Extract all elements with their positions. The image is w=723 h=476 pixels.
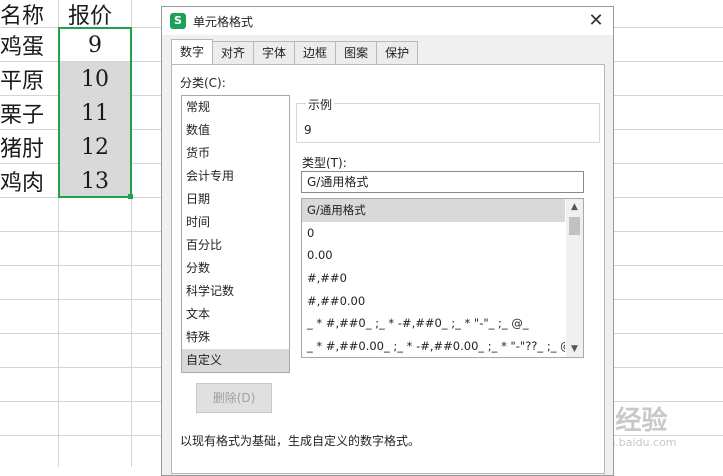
format-item[interactable]: #,##0: [302, 267, 565, 290]
description-text: 以现有格式为基础，生成自定义的数字格式。: [180, 434, 421, 448]
format-item[interactable]: _ * #,##0.00_ ;_ * -#,##0.00_ ;_ * "-"??…: [302, 335, 565, 357]
header-name-cell[interactable]: 名称: [0, 0, 56, 29]
scroll-down-icon[interactable]: ▼: [566, 341, 583, 357]
selection-border: [58, 27, 132, 198]
number-tab-panel: 分类(C): 常规 数值 货币 会计专用 日期 时间 百分比 分数 科学记数 文…: [171, 64, 605, 474]
category-item[interactable]: 常规: [182, 96, 289, 119]
close-button[interactable]: ✕: [585, 10, 607, 32]
name-cell[interactable]: 平原: [0, 62, 56, 96]
app-logo-icon: S: [170, 13, 186, 29]
delete-button[interactable]: 删除(D): [196, 383, 272, 413]
format-item[interactable]: 0: [302, 222, 565, 245]
tab-font[interactable]: 字体: [253, 41, 296, 64]
tab-bar: 数字 对齐 字体 边框 图案 保护: [171, 39, 419, 65]
scroll-thumb[interactable]: [569, 217, 580, 235]
tab-number[interactable]: 数字: [171, 39, 214, 64]
sample-value: 9: [304, 123, 312, 137]
scroll-up-icon[interactable]: ▲: [566, 199, 583, 215]
dialog-titlebar[interactable]: S 单元格格式 ✕: [162, 7, 613, 35]
format-item-selected[interactable]: G/通用格式: [302, 199, 565, 222]
category-label: 分类(C):: [180, 76, 226, 90]
name-cell[interactable]: 猪肘: [0, 130, 56, 164]
category-item[interactable]: 百分比: [182, 234, 289, 257]
category-item[interactable]: 时间: [182, 211, 289, 234]
name-cell[interactable]: 鸡蛋: [0, 28, 56, 62]
sample-label: 示例: [306, 96, 335, 113]
tab-alignment[interactable]: 对齐: [212, 41, 255, 64]
name-cell[interactable]: 鸡肉: [0, 164, 56, 198]
type-label: 类型(T):: [302, 156, 347, 170]
format-list[interactable]: G/通用格式 0 0.00 #,##0 #,##0.00 _ * #,##0_ …: [301, 198, 584, 358]
category-item-selected[interactable]: 自定义: [182, 349, 289, 372]
tab-protection[interactable]: 保护: [376, 41, 419, 64]
category-item[interactable]: 科学记数: [182, 280, 289, 303]
category-item[interactable]: 特殊: [182, 326, 289, 349]
type-input[interactable]: G/通用格式: [301, 171, 584, 193]
dialog-title: 单元格格式: [193, 15, 254, 29]
category-item[interactable]: 文本: [182, 303, 289, 326]
fill-handle[interactable]: [128, 194, 133, 199]
category-item[interactable]: 日期: [182, 188, 289, 211]
tab-pattern[interactable]: 图案: [335, 41, 378, 64]
category-list[interactable]: 常规 数值 货币 会计专用 日期 时间 百分比 分数 科学记数 文本 特殊 自定…: [181, 95, 290, 373]
format-item[interactable]: #,##0.00: [302, 290, 565, 313]
name-cell[interactable]: 栗子: [0, 96, 56, 130]
category-item[interactable]: 分数: [182, 257, 289, 280]
tab-border[interactable]: 边框: [294, 41, 337, 64]
format-item[interactable]: 0.00: [302, 244, 565, 267]
sample-frame: [296, 103, 600, 143]
category-item[interactable]: 数值: [182, 119, 289, 142]
format-item[interactable]: _ * #,##0_ ;_ * -#,##0_ ;_ * "-"_ ;_ @_: [302, 312, 565, 335]
header-price-cell[interactable]: 报价: [68, 0, 128, 29]
format-cells-dialog: S 单元格格式 ✕ 数字 对齐 字体 边框 图案 保护 分类(C): 常规 数值…: [161, 6, 614, 476]
category-item[interactable]: 货币: [182, 142, 289, 165]
format-list-scrollbar[interactable]: ▲ ▼: [566, 199, 583, 357]
category-item[interactable]: 会计专用: [182, 165, 289, 188]
